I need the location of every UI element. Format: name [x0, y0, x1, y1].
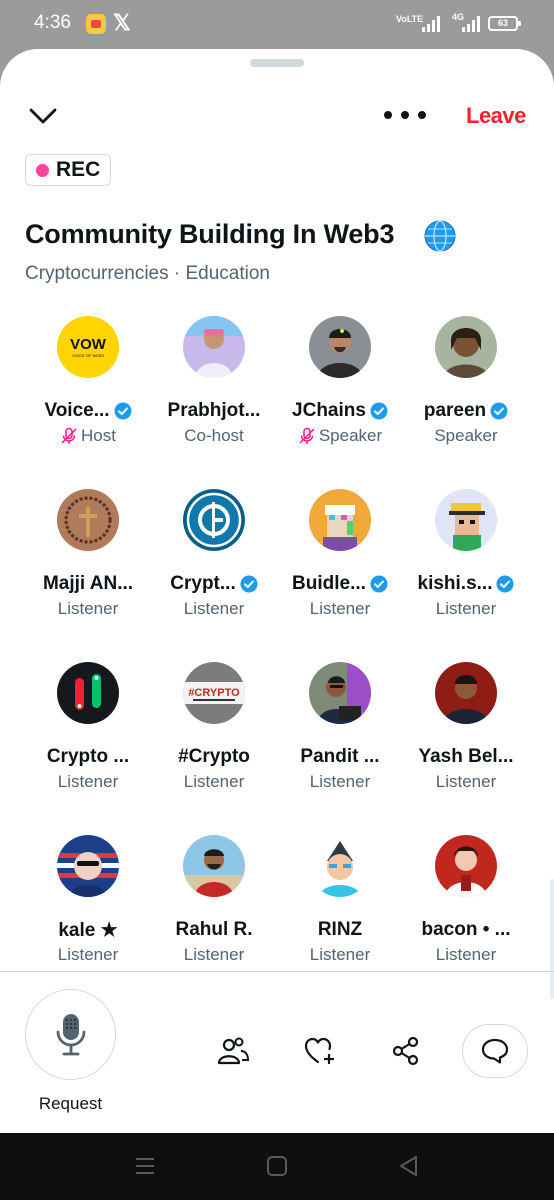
avatar [309, 489, 371, 551]
mic-muted-icon [299, 427, 315, 444]
system-nav-bar [0, 1133, 554, 1200]
participant-name: pareen [423, 400, 487, 421]
participant-role: Listener [57, 945, 119, 964]
avatar [57, 835, 119, 897]
space-sheet: Leave REC Community Building In Web3 Cry… [0, 49, 554, 1133]
participant-name: Prabhjot... [167, 400, 261, 421]
participant-role: Co-host [184, 426, 244, 445]
participant-name: kale ★ [58, 920, 118, 941]
participant-name: Crypto ... [46, 746, 130, 767]
avatar [309, 316, 371, 378]
participant-name: Voice... [44, 400, 110, 421]
verified-badge-icon [490, 402, 508, 420]
participant-role: Listener [57, 599, 119, 618]
avatar-logo-subtext: VOICE OF WEB3 [72, 353, 104, 358]
scrollbar[interactable] [550, 879, 554, 999]
verified-badge-icon [240, 575, 258, 593]
participant-role: Listener [183, 772, 245, 791]
signal-icon [422, 16, 442, 32]
participant-name: RINZ [317, 919, 363, 940]
participant-name: #Crypto [178, 746, 250, 767]
participant-name: bacon • ... [421, 919, 511, 940]
verified-badge-icon [496, 575, 514, 593]
avatar [435, 489, 497, 551]
participant-role: Listener [435, 599, 497, 618]
participant-role: Listener [309, 945, 371, 964]
people-button[interactable] [213, 1031, 253, 1071]
x-app-icon: 𝕏 [113, 10, 131, 35]
avatar: VOW VOICE OF WEB3 [57, 316, 119, 378]
react-button[interactable] [300, 1031, 340, 1071]
avatar [183, 835, 245, 897]
avatar [57, 662, 119, 724]
request-mic-button[interactable] [25, 989, 116, 1080]
participant-name: Yash Bel... [418, 746, 514, 767]
request-label: Request [38, 1094, 103, 1113]
mic-muted-icon [61, 427, 77, 444]
avatar [435, 662, 497, 724]
status-time: 4:36 [34, 12, 71, 33]
participant-role: Speaker [434, 426, 498, 445]
space-title: Community Building In Web3 [25, 219, 395, 249]
avatar [309, 662, 371, 724]
chat-bubble-icon [481, 1038, 509, 1064]
avatar-logo-text: VOW [70, 336, 107, 353]
avatar [309, 835, 371, 897]
participant-name: kishi.s... [417, 573, 493, 594]
more-options-button[interactable] [384, 103, 426, 127]
heart-plus-icon [304, 1037, 334, 1064]
people-icon [217, 1037, 249, 1065]
participant-role: Listener [183, 599, 245, 618]
avatar: #CRYPTO [183, 662, 245, 724]
avatar [183, 489, 245, 551]
participant-role: Listener [435, 945, 497, 964]
participant-role: Listener [57, 772, 119, 791]
leave-button[interactable]: Leave [466, 103, 526, 129]
participant-name: Rahul R. [175, 919, 253, 940]
chat-button[interactable] [462, 1024, 528, 1078]
verified-badge-icon [370, 575, 388, 593]
participant-role: Listener [435, 772, 497, 791]
divider [0, 971, 554, 972]
recents-icon[interactable] [132, 1153, 158, 1179]
back-icon[interactable] [396, 1153, 422, 1179]
share-icon [392, 1036, 419, 1066]
space-topics: Cryptocurrencies · Education [25, 263, 270, 284]
record-dot-icon [36, 163, 49, 177]
status-bar: 4:36 𝕏 VoLTE 4G 63 [0, 0, 554, 48]
participant-role: Host [81, 426, 116, 445]
participant-role: Listener [309, 772, 371, 791]
battery-icon: 63 [488, 16, 521, 31]
volte-indicator: VoLTE [396, 14, 424, 24]
participant-role: Listener [183, 945, 245, 964]
signal-icon-2 [462, 16, 482, 32]
notification-app-icon [86, 14, 106, 34]
sheet-grabber[interactable] [250, 59, 304, 67]
participant-name: Majji AN... [42, 573, 134, 594]
participant-name: JChains [292, 400, 366, 421]
recording-label: REC [56, 158, 101, 181]
globe-icon [424, 220, 456, 252]
avatar-logo-text: #CRYPTO [188, 687, 240, 699]
verified-badge-icon [370, 402, 388, 420]
recording-badge: REC [25, 154, 112, 186]
avatar [435, 316, 497, 378]
participant-name: Crypt... [170, 573, 236, 594]
home-icon[interactable] [264, 1153, 290, 1179]
participant-name: Pandit ... [300, 746, 380, 767]
microphone-icon [56, 1013, 85, 1055]
verified-badge-icon [114, 402, 132, 420]
participant-role: Speaker [318, 426, 383, 445]
chevron-down-icon[interactable] [28, 103, 58, 129]
avatar [183, 316, 245, 378]
avatar [435, 835, 497, 897]
participant-name: Buidle... [292, 573, 366, 594]
avatar [57, 489, 119, 551]
share-button[interactable] [386, 1031, 426, 1071]
participant-role: Listener [309, 599, 371, 618]
